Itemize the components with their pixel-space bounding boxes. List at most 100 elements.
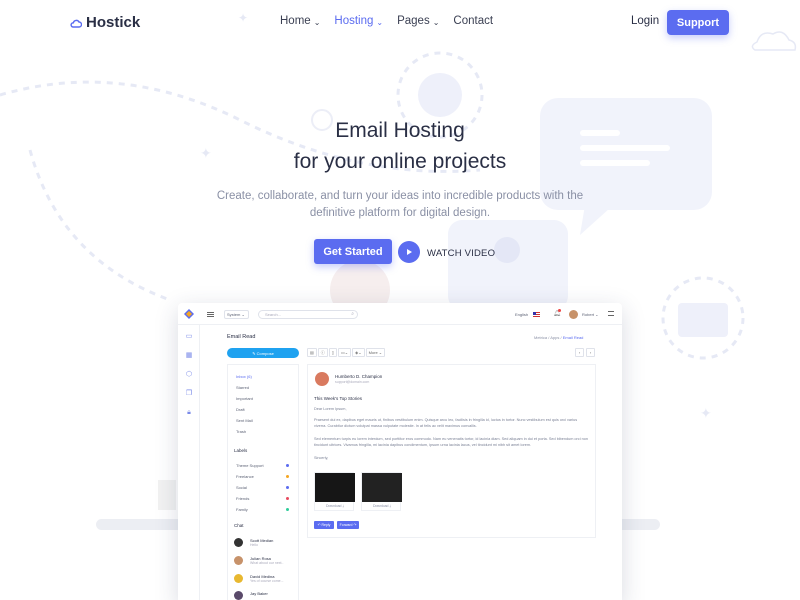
brand-logo[interactable]: Hostick — [70, 14, 140, 31]
label-freelance[interactable]: Freelance — [236, 474, 254, 479]
attachment-image — [362, 473, 402, 502]
download-label: Download — [325, 504, 342, 508]
nav-hosting-label: Hosting — [334, 15, 374, 27]
user-name-label: Robert — [582, 312, 595, 317]
user-avatar[interactable] — [569, 310, 578, 319]
more-dropdown[interactable]: More ⌄ — [365, 348, 386, 357]
folder-trash[interactable]: Trash — [236, 429, 246, 434]
attachment[interactable]: Download ⤓ — [314, 472, 355, 511]
label-dot — [286, 497, 289, 500]
forward-label: Forward — [339, 523, 353, 527]
attachment-image — [315, 473, 355, 502]
chat-message: What about our next.. — [250, 561, 284, 565]
monitor-icon[interactable]: ▭ — [185, 333, 193, 341]
attachment[interactable]: Download ⤓ — [361, 472, 402, 511]
play-icon — [407, 249, 412, 255]
cloud-icon — [70, 19, 82, 28]
chat-message: Hello — [250, 543, 258, 547]
reply-label: Reply — [321, 523, 331, 527]
avatar — [234, 556, 243, 565]
download-link[interactable]: Download ⤓ — [315, 504, 355, 508]
folder-icon[interactable]: ▭⌄ — [337, 348, 352, 357]
nav-item-pages[interactable]: Pages ⌄ — [397, 15, 439, 27]
more-label: More — [368, 350, 378, 355]
chat-message: Yes of course come... — [250, 579, 284, 583]
sender-name: Humberto D. Champion — [335, 374, 383, 379]
label-social[interactable]: Social — [236, 485, 247, 490]
label-dot — [286, 464, 289, 467]
nav-pages-label: Pages — [397, 15, 430, 27]
next-icon[interactable]: › — [586, 348, 595, 357]
reply-button[interactable]: ↶ Reply — [314, 521, 334, 529]
label-friends[interactable]: Friends — [236, 496, 249, 501]
email-body: Humberto D. Champion support@domain.com … — [307, 364, 596, 538]
email-paragraph: Praesent dui ex, dapibus eget mauris ut,… — [314, 418, 578, 428]
hamburger-icon[interactable] — [207, 312, 214, 317]
nav-item-home[interactable]: Home ⌄ — [280, 15, 320, 27]
play-video-button[interactable] — [398, 241, 420, 263]
nav-item-contact[interactable]: Contact — [453, 15, 493, 27]
nav-item-hosting[interactable]: Hosting ⌄ — [334, 15, 383, 27]
hero-title-line2: for your online projects — [293, 150, 507, 173]
email-subject: This Week's Top Stories — [314, 396, 362, 401]
language-selector[interactable]: English — [515, 312, 528, 317]
archive-icon[interactable]: ▤ — [307, 348, 317, 357]
menu-icon[interactable] — [608, 311, 614, 316]
user-name[interactable]: Robert ⌄ — [582, 312, 598, 317]
lock-icon[interactable]: 🔒︎ — [185, 409, 193, 417]
delete-icon[interactable]: ▯ — [328, 348, 337, 357]
login-link[interactable]: Login — [631, 15, 659, 27]
folder-sent-mail[interactable]: Sent Mail — [236, 418, 253, 423]
search-icon: ⌕ — [351, 311, 354, 317]
sender-address: support@domain.com — [335, 380, 370, 384]
folder-important[interactable]: Important — [236, 396, 253, 401]
hero-subtitle-line2: definitive platform for digital design. — [309, 207, 491, 219]
avatar — [234, 591, 243, 600]
download-link[interactable]: Download ⤓ — [362, 504, 402, 508]
support-button[interactable]: Support — [667, 10, 729, 35]
folder-inbox[interactable]: Inbox (6) — [236, 374, 252, 379]
forward-button[interactable]: Forward ↷ — [337, 521, 359, 529]
watch-video-link[interactable]: WATCH VIDEO — [427, 248, 495, 259]
grid-icon[interactable]: ▦ — [185, 352, 193, 360]
breadcrumb-metrica[interactable]: Metrica — [534, 335, 547, 340]
breadcrumb-apps[interactable]: Apps — [550, 335, 559, 340]
copy-icon[interactable]: ❐ — [185, 390, 193, 398]
app-screenshot: System ⌄ Search... ⌕ English 🔔︎ Robert ⌄ … — [178, 303, 622, 600]
notification-dot — [558, 309, 561, 312]
mail-sidebar: Inbox (6) Starred Important Draft Sent M… — [227, 364, 299, 600]
folder-draft[interactable]: Draft — [236, 407, 245, 412]
chevron-down-icon: ⌄ — [313, 17, 321, 27]
compose-button[interactable]: ✎ Compose — [227, 348, 299, 358]
breadcrumb-current: Email Read — [562, 335, 584, 340]
page-title: Email Read — [227, 334, 256, 340]
nav-home-label: Home — [280, 15, 311, 27]
get-started-button[interactable]: Get Started — [314, 239, 392, 264]
svg-text:✦: ✦ — [700, 406, 712, 422]
email-greeting: Dear Lorem Ipsum, — [314, 407, 347, 411]
folder-starred[interactable]: Starred — [236, 385, 249, 390]
breadcrumb: Metrica / Apps / Email Read — [534, 335, 584, 340]
app-search-input[interactable]: Search... ⌕ — [258, 310, 358, 319]
label-theme-support[interactable]: Theme Support — [236, 463, 264, 468]
main-menu: Home ⌄ Hosting ⌄ Pages ⌄ Contact — [280, 15, 493, 27]
tag-icon[interactable]: ◈⌄ — [352, 348, 365, 357]
label-dot — [286, 486, 289, 489]
app-sidebar: ▭ ▦ ⬡ ❐ 🔒︎ — [178, 325, 200, 600]
box-icon[interactable]: ⬡ — [185, 371, 193, 379]
navbar: Hostick Home ⌄ Hosting ⌄ Pages ⌄ Contact Lo… — [0, 0, 800, 44]
info-icon[interactable]: ⓘ — [317, 348, 328, 357]
label-family[interactable]: Family — [236, 507, 248, 512]
search-placeholder: Search... — [265, 312, 282, 317]
hero-subtitle-line1: Create, collaborate, and turn your ideas… — [216, 190, 584, 202]
chat-name: Jay Baker — [250, 591, 268, 596]
chat-heading: Chat — [234, 523, 244, 528]
download-label: Download — [372, 504, 389, 508]
avatar — [234, 538, 243, 547]
email-paragraph: Sed elementum turpis eu lorem interdum, … — [314, 437, 588, 447]
prev-icon[interactable]: ‹ — [575, 348, 584, 357]
brand-name: Hostick — [86, 14, 141, 31]
us-flag-icon — [533, 312, 540, 317]
system-dropdown[interactable]: System ⌄ — [224, 310, 249, 319]
chevron-down-icon: ⌄ — [376, 17, 384, 27]
